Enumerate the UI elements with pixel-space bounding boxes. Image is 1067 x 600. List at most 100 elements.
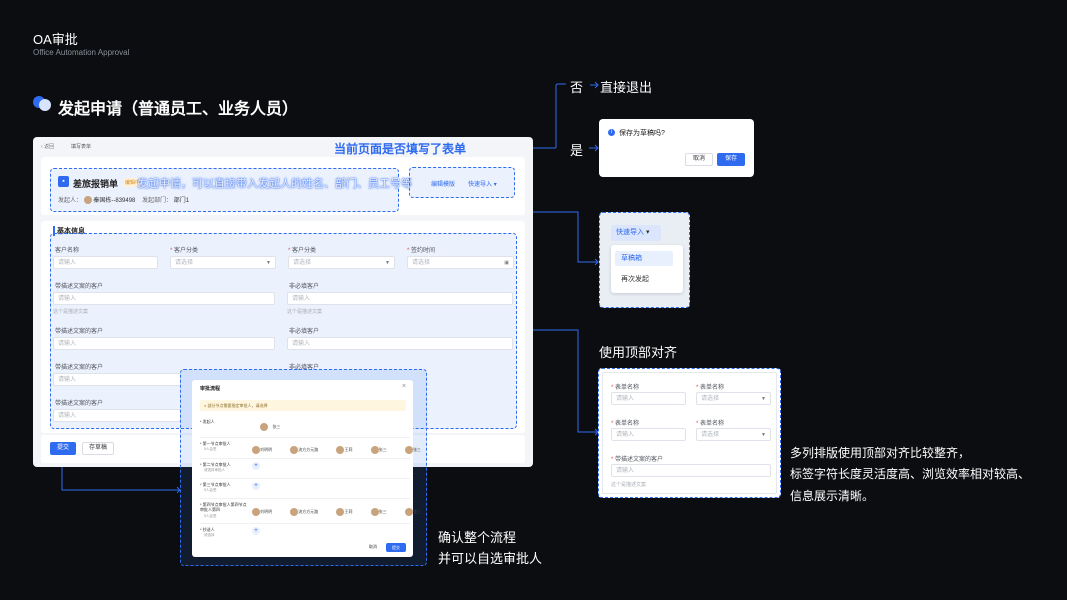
field-name-label: 表单名称 <box>696 418 724 427</box>
approval-notice: ● 部分节点需要指定审批人，请选择 <box>200 400 406 411</box>
avatar <box>370 507 379 516</box>
customer-name-input[interactable]: 请输入 <box>53 256 158 269</box>
desc-customer-label: 带描述文案的客户 <box>611 454 663 463</box>
desc-customer-input[interactable]: 请输入 <box>53 292 275 305</box>
top-align-desc-3: 信息展示清晰。 <box>790 489 875 503</box>
menu-item-reinitiate[interactable]: 再次发起 <box>615 272 673 287</box>
field-name-select[interactable]: 请选择 ▼ <box>696 392 771 405</box>
section-title: 发起申请（普通员工、业务人员） <box>58 101 299 118</box>
optional-customer-input[interactable]: 请输入 <box>287 292 513 305</box>
desc-customer-input[interactable]: 请输入 <box>53 337 275 350</box>
initiator-row: 发起人： 秦国栋--839498 发起部门： 部门1 <box>58 195 190 205</box>
avatar <box>252 507 260 516</box>
field-name-input[interactable]: 请输入 <box>611 392 686 405</box>
desc-customer-label: 带描述文案的客户 <box>55 329 104 335</box>
cancel-button[interactable]: 取消 <box>685 153 713 166</box>
no-action: 直接退出 <box>600 80 653 95</box>
confirm-flow-1: 确认整个流程 <box>438 530 517 545</box>
customer-type-2-select[interactable]: 请选择 ▼ <box>288 256 395 269</box>
top-align-demo: 表单名称 请输入 表单名称 请选择▼ 表单名称 请输入 表单名称 请选择▼ 带描… <box>598 368 781 498</box>
field-name-select[interactable]: 请选择 ▼ <box>696 428 771 441</box>
current-page-question: 当前页面是否填写了表单 <box>332 140 469 157</box>
info-icon: i <box>608 129 615 136</box>
top-align-title: 使用顶部对齐 <box>599 345 678 360</box>
customer-type-label: 客户分类 <box>170 245 198 254</box>
close-icon[interactable]: × <box>402 383 406 390</box>
save-dialog-title: 保存为草稿吗? <box>619 130 665 137</box>
optional-customer-label: 非必填客户 <box>289 329 320 335</box>
save-draft-button[interactable]: 存草稿 <box>82 442 114 455</box>
avatar <box>370 445 379 454</box>
top-align-desc-2: 标签字符长度灵活度高、浏览效率相对较高、 <box>790 467 1031 481</box>
desc-customer-input[interactable]: 请输入 <box>611 464 771 477</box>
desc-hint: 这个是描述文案 <box>611 482 647 488</box>
field-name-label: 表单名称 <box>696 382 724 391</box>
desc-customer-label: 带描述文案的客户 <box>55 365 104 371</box>
warning-icon: ● <box>204 403 207 408</box>
menu-item-drafts[interactable]: 草稿箱 <box>615 251 673 266</box>
flow-node: * 抄送人 请选择 + <box>200 523 410 541</box>
form-icon: ▪ <box>58 176 69 187</box>
flow-node: * 发起人 张三 <box>200 419 281 431</box>
sign-time-label: 签约时间 <box>407 245 435 254</box>
back-link[interactable]: ‹ 返回 <box>41 143 54 150</box>
avatar <box>290 445 299 454</box>
header-actions-region <box>409 167 515 198</box>
desc-customer-label: 带描述文案的客户 <box>55 401 104 407</box>
form-title: 差旅报销单 <box>73 179 119 189</box>
optional-customer-label: 非必填客户 <box>289 284 320 290</box>
quick-import-demo: 快速导入 ▾ 草稿箱 再次发起 <box>599 212 690 308</box>
add-approver-button[interactable]: + <box>252 482 260 490</box>
initiator-label: 发起人： <box>58 198 83 204</box>
avatar <box>83 196 92 205</box>
dept-name: 部门1 <box>173 198 190 204</box>
auto-fill-note: 发起申请，可以直接带入发起人的姓名、部门、员工号等 <box>137 178 412 190</box>
flow-node: * 第二节点审批人 请选择审批人 + <box>200 458 410 476</box>
approval-dialog-title: 审批流程 <box>200 386 221 392</box>
cancel-button[interactable]: 取消 <box>364 543 382 552</box>
customer-type-select[interactable]: 请选择 ▼ <box>170 256 276 269</box>
submit-button[interactable]: 提交 <box>50 442 76 455</box>
field-name-input[interactable]: 请输入 <box>611 428 686 441</box>
desc-hint: 这个是描述文案 <box>53 309 89 315</box>
avatar <box>404 507 413 516</box>
add-approver-button[interactable]: + <box>252 462 260 470</box>
edit-template-button[interactable]: 编辑模版 <box>431 179 455 188</box>
approval-dialog: 审批流程 × ● 部分节点需要指定审批人，请选择 * 发起人 张三 * 第一节点… <box>192 380 421 557</box>
field-name-label: 表单名称 <box>611 418 639 427</box>
desc-hint: 这个是描述文案 <box>287 309 323 315</box>
avatar <box>290 507 299 516</box>
customer-name-label: 客户名称 <box>55 248 80 254</box>
optional-customer-input[interactable]: 请输入 <box>287 337 513 350</box>
quick-import-button[interactable]: 快速导入 ▾ <box>468 179 497 188</box>
avatar <box>404 445 413 454</box>
app-subtitle: Office Automation Approval <box>33 48 130 57</box>
quick-import-menu: 草稿箱 再次发起 <box>611 245 683 293</box>
avatar <box>252 445 260 454</box>
top-align-desc-1: 多列排版使用顶部对齐比较整齐， <box>790 446 971 460</box>
dept-label: 发起部门： <box>142 198 173 204</box>
field-name-label: 表单名称 <box>611 382 639 391</box>
calendar-icon: ▣ <box>504 260 509 266</box>
no-label: 否 <box>570 80 584 95</box>
save-button[interactable]: 保存 <box>717 153 745 166</box>
section-icon <box>33 96 53 112</box>
avatar <box>336 507 345 516</box>
desc-customer-input[interactable]: 请输入 <box>53 373 181 386</box>
desc-customer-label: 带描述文案的客户 <box>55 284 104 290</box>
customer-type-2-label: 客户分类 <box>288 245 316 254</box>
caret-down-icon: ▾ <box>645 229 650 236</box>
quick-import-button[interactable]: 快速导入 ▾ <box>611 225 661 241</box>
add-cc-button[interactable]: + <box>252 527 260 535</box>
avatar <box>260 422 268 431</box>
desc-customer-input[interactable]: 请输入 <box>53 409 181 422</box>
sign-time-picker[interactable]: 请选择 ▣ <box>407 256 514 269</box>
avatar <box>336 445 345 454</box>
submit-button[interactable]: 提交 <box>386 543 406 552</box>
breadcrumb: 填写表单 <box>71 144 92 150</box>
confirm-flow-2: 并可以自选审批人 <box>438 551 543 566</box>
flow-node: * 第一节点审批人 5人会签 刘明明 + 流方方元路 + 王莉 + 张三 + 张… <box>200 437 421 458</box>
chevron-down-icon: ▾ <box>493 182 497 188</box>
initiator-name: 秦国栋--839498 <box>93 198 136 204</box>
approval-flow-region: 审批流程 × ● 部分节点需要指定审批人，请选择 * 发起人 张三 * 第一节点… <box>180 369 427 566</box>
